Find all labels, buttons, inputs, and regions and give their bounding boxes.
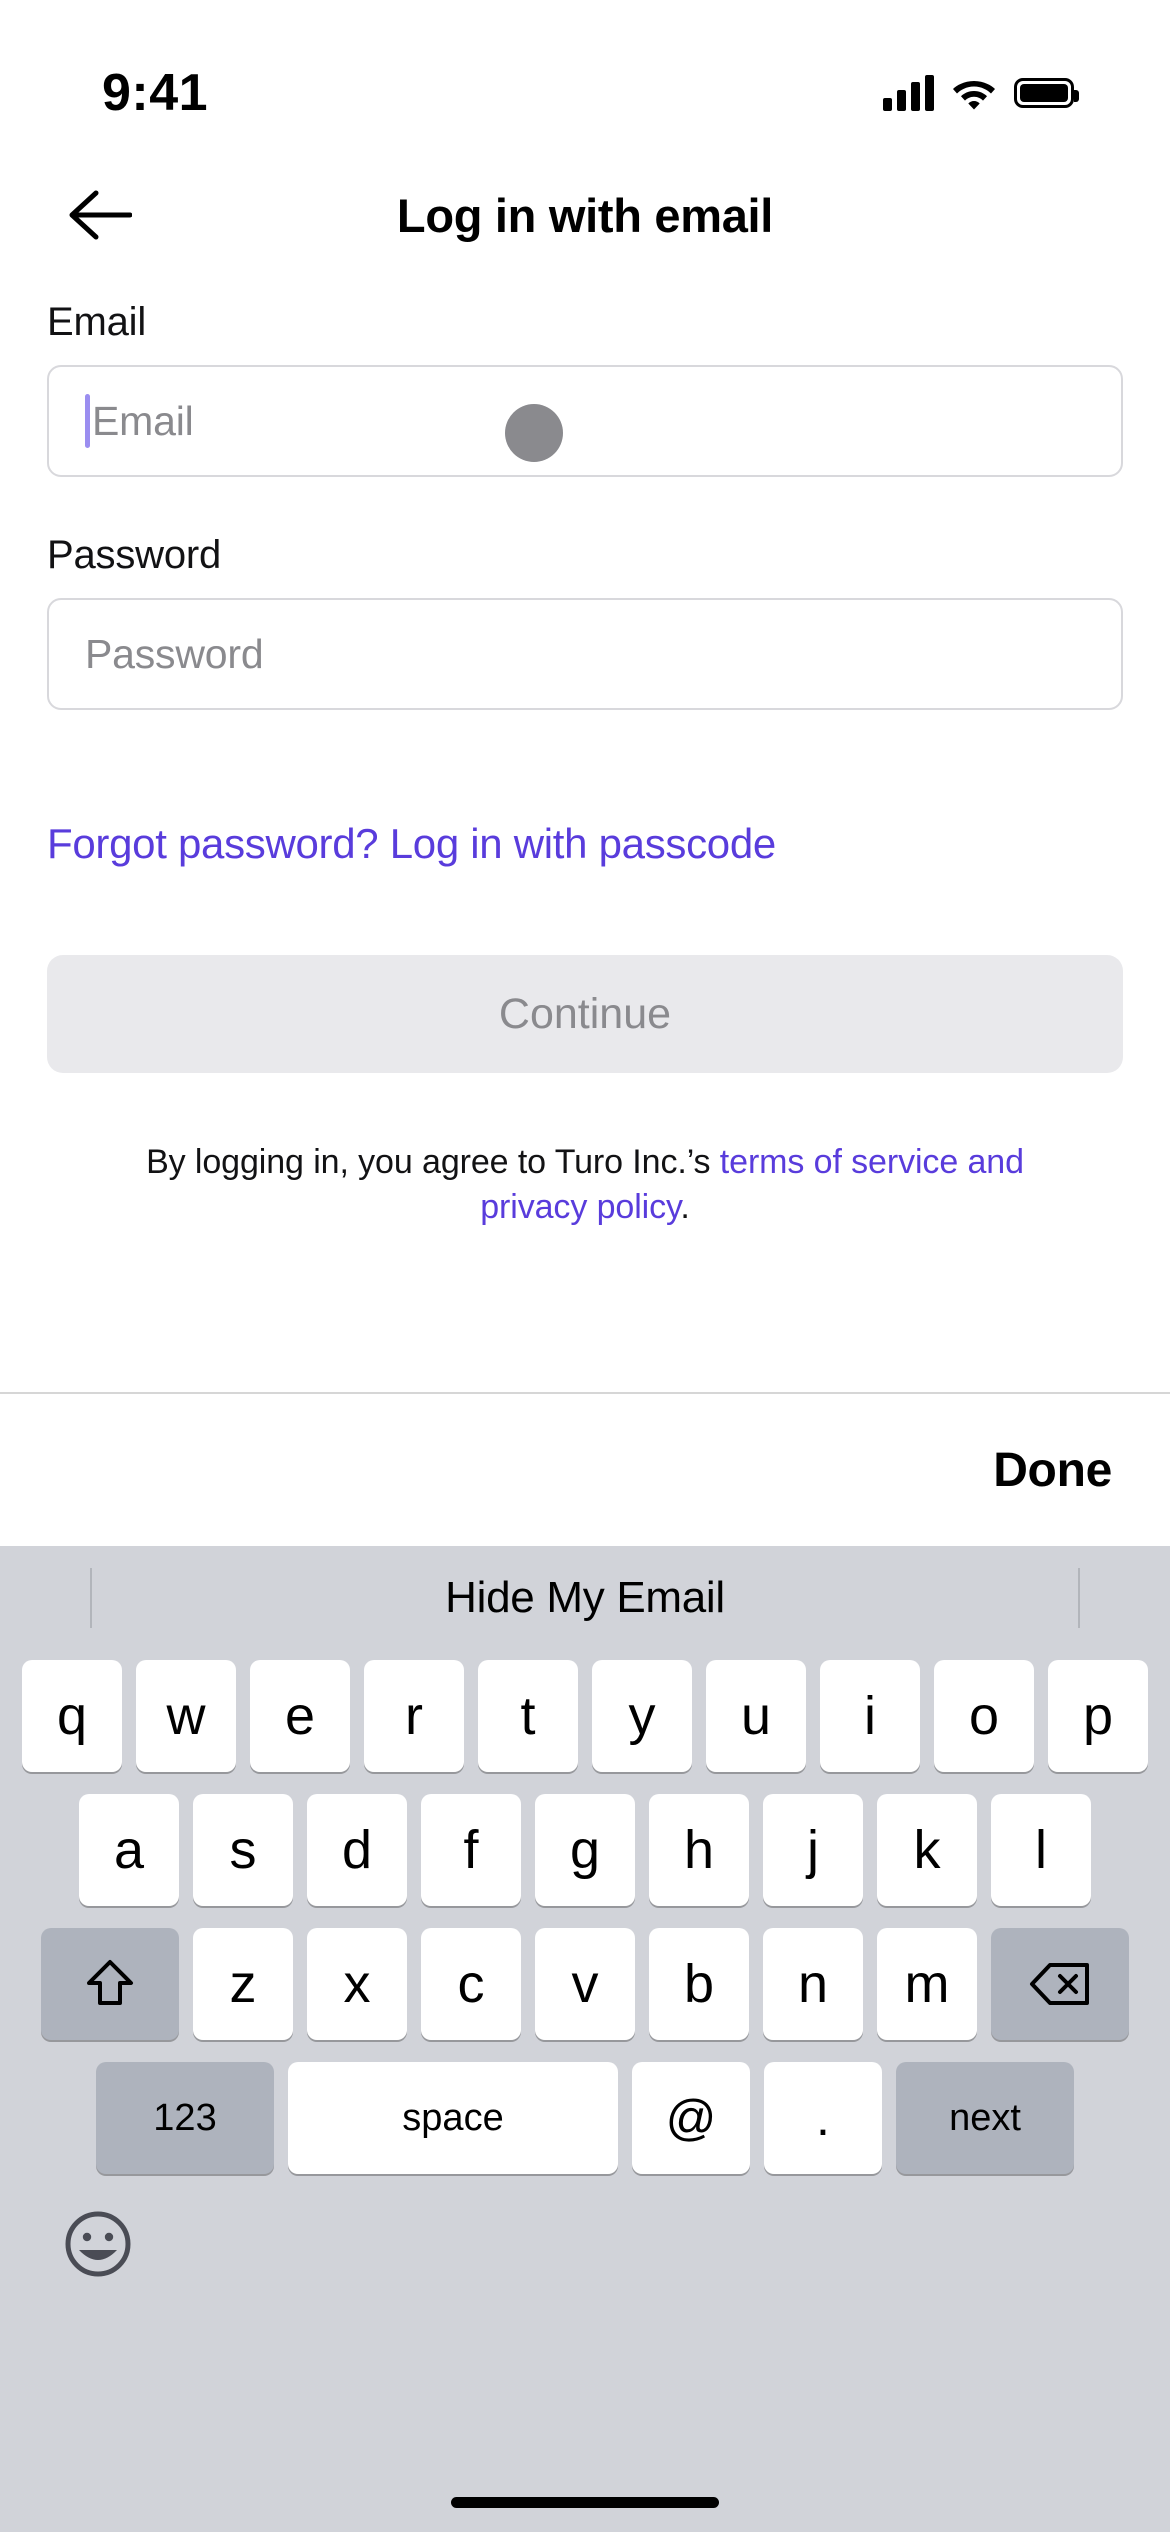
- keyboard-bottom-row: [0, 2174, 1170, 2314]
- text-caret: [85, 394, 90, 448]
- keyboard-row-2: a s d f g h j k l: [0, 1794, 1170, 1906]
- autofill-suggestion-bar: Hide My Email: [0, 1546, 1170, 1650]
- continue-button[interactable]: Continue: [47, 955, 1123, 1073]
- status-icons: [883, 75, 1079, 111]
- key-s[interactable]: s: [193, 1794, 293, 1906]
- back-button[interactable]: [62, 177, 138, 253]
- period-key[interactable]: .: [764, 2062, 882, 2174]
- keyboard-row-1: q w e r t y u i o p: [0, 1660, 1170, 1772]
- wifi-icon: [953, 81, 995, 110]
- keyboard-accessory-bar: Done: [0, 1394, 1170, 1546]
- password-label: Password: [47, 533, 222, 577]
- legal-suffix: .: [680, 1188, 690, 1227]
- signal-bars-icon: [883, 75, 934, 111]
- navigation-bar: Log in with email: [0, 160, 1170, 270]
- key-y[interactable]: y: [592, 1660, 692, 1772]
- key-k[interactable]: k: [877, 1794, 977, 1906]
- shift-arrow-icon: [87, 1960, 133, 2005]
- key-m[interactable]: m: [877, 1928, 977, 2040]
- on-screen-keyboard: Hide My Email q w e r t y u i o p a s d …: [0, 1546, 1170, 2532]
- key-f[interactable]: f: [421, 1794, 521, 1906]
- back-arrow-icon: [69, 190, 132, 240]
- key-o[interactable]: o: [934, 1660, 1034, 1772]
- app-screen: 9:41 Log in with email Email Email Passw: [0, 0, 1170, 2532]
- backspace-icon: [1030, 1963, 1089, 2005]
- backspace-key[interactable]: [991, 1928, 1129, 2040]
- email-input[interactable]: Email: [47, 365, 1123, 477]
- key-q[interactable]: q: [22, 1660, 122, 1772]
- emoji-smiley-icon[interactable]: [62, 2208, 134, 2280]
- status-bar: 9:41: [0, 0, 1170, 150]
- suggestion-divider-left: [90, 1568, 92, 1628]
- key-u[interactable]: u: [706, 1660, 806, 1772]
- key-x[interactable]: x: [307, 1928, 407, 2040]
- next-key[interactable]: next: [896, 2062, 1074, 2174]
- legal-text: By logging in, you agree to Turo Inc.’s …: [97, 1140, 1073, 1230]
- key-t[interactable]: t: [478, 1660, 578, 1772]
- email-placeholder: Email: [92, 397, 194, 444]
- password-placeholder: Password: [85, 630, 264, 677]
- key-g[interactable]: g: [535, 1794, 635, 1906]
- key-a[interactable]: a: [79, 1794, 179, 1906]
- key-r[interactable]: r: [364, 1660, 464, 1772]
- key-d[interactable]: d: [307, 1794, 407, 1906]
- key-j[interactable]: j: [763, 1794, 863, 1906]
- space-key[interactable]: space: [288, 2062, 618, 2174]
- battery-full-icon: [1014, 78, 1079, 108]
- hide-my-email-suggestion[interactable]: Hide My Email: [445, 1573, 725, 1623]
- touch-indicator: [505, 404, 563, 462]
- home-indicator: [451, 2497, 719, 2508]
- done-button[interactable]: Done: [993, 1443, 1112, 1498]
- legal-prefix: By logging in, you agree to Turo Inc.’s: [146, 1143, 720, 1181]
- key-p[interactable]: p: [1048, 1660, 1148, 1772]
- forgot-password-link[interactable]: Forgot password? Log in with passcode: [47, 820, 776, 868]
- key-z[interactable]: z: [193, 1928, 293, 2040]
- password-input[interactable]: Password: [47, 598, 1123, 710]
- login-form: Email Email Password Password: [0, 300, 1170, 710]
- shift-key[interactable]: [41, 1928, 179, 2040]
- numbers-key[interactable]: 123: [96, 2062, 274, 2174]
- status-time: 9:41: [102, 64, 209, 122]
- suggestion-divider-right: [1078, 1568, 1080, 1628]
- key-b[interactable]: b: [649, 1928, 749, 2040]
- key-c[interactable]: c: [421, 1928, 521, 2040]
- at-key[interactable]: @: [632, 2062, 750, 2174]
- page-title: Log in with email: [396, 188, 774, 242]
- email-label: Email: [47, 300, 147, 344]
- key-v[interactable]: v: [535, 1928, 635, 2040]
- key-e[interactable]: e: [250, 1660, 350, 1772]
- key-w[interactable]: w: [136, 1660, 236, 1772]
- keyboard-row-3: z x c v b n m: [0, 1928, 1170, 2040]
- key-n[interactable]: n: [763, 1928, 863, 2040]
- key-l[interactable]: l: [991, 1794, 1091, 1906]
- key-i[interactable]: i: [820, 1660, 920, 1772]
- keyboard-row-4: 123 space @ . next: [0, 2062, 1170, 2174]
- key-h[interactable]: h: [649, 1794, 749, 1906]
